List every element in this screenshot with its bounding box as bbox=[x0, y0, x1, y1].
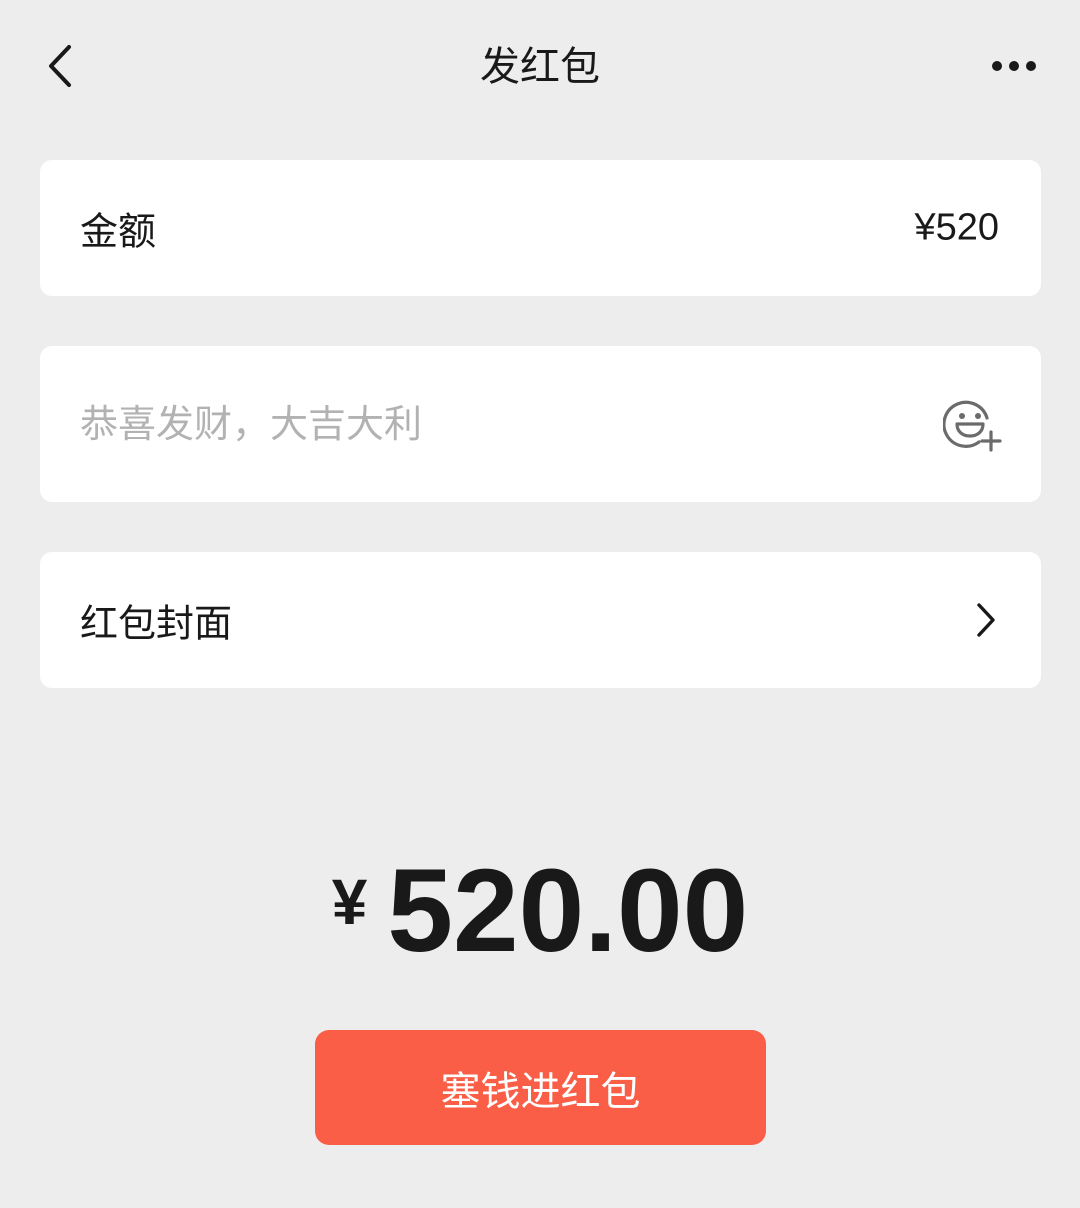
emoji-add-icon bbox=[943, 400, 1002, 452]
amount-value[interactable]: ¥520 bbox=[914, 207, 999, 250]
total-amount: ¥ 520.00 bbox=[0, 852, 1080, 982]
chevron-right-icon bbox=[971, 600, 1001, 640]
emoji-button[interactable] bbox=[941, 392, 1005, 456]
ellipsis-icon bbox=[992, 61, 1036, 71]
page-title: 发红包 bbox=[480, 44, 600, 90]
greeting-input[interactable] bbox=[80, 402, 900, 446]
amount-label: 金额 bbox=[80, 209, 157, 254]
cover-row[interactable]: 红包封面 bbox=[40, 552, 1041, 688]
amount-row[interactable]: 金额 ¥520 bbox=[40, 160, 1041, 296]
nav-bar: 发红包 bbox=[0, 0, 1080, 136]
more-button[interactable] bbox=[984, 40, 1044, 92]
cover-label: 红包封面 bbox=[80, 601, 233, 646]
total-currency: ¥ bbox=[331, 866, 368, 938]
greeting-row bbox=[40, 346, 1041, 502]
send-red-packet-button[interactable]: 塞钱进红包 bbox=[315, 1030, 766, 1145]
total-value: 520.00 bbox=[387, 845, 749, 977]
